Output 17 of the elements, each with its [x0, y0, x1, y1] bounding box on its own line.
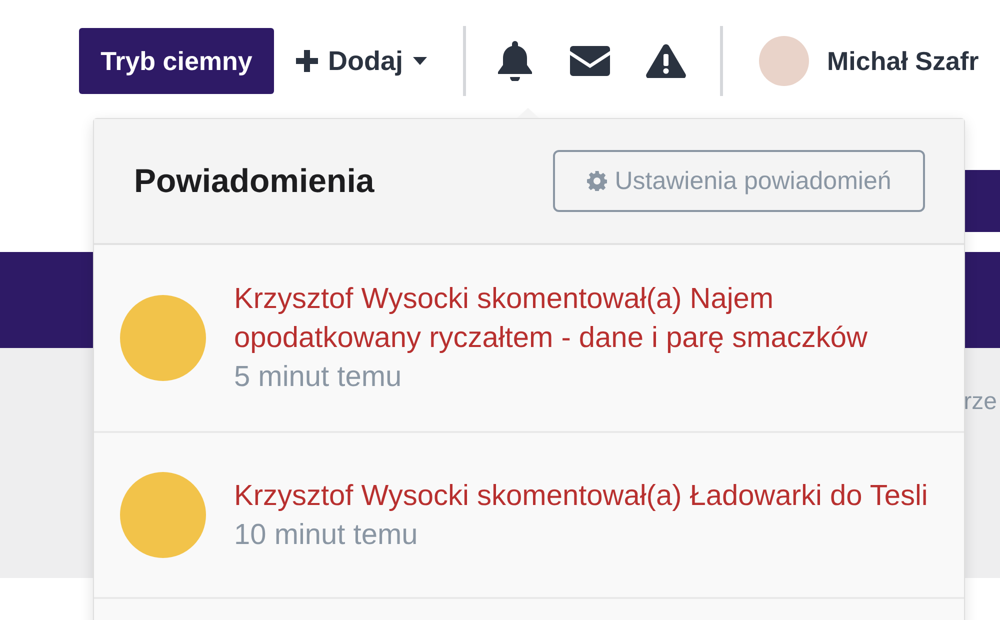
notification-text: Krzysztof Wysocki skomentował(a) Najem opodatkowany ryczałtem - dane i parę smaczków: [234, 282, 868, 356]
gear-icon: [586, 171, 607, 191]
notification-item[interactable]: Krzysztof Wysocki skomentował(a) Najem opodatkowany ryczałtem - dane i parę smaczków 5 minut temu: [94, 245, 964, 433]
notification-time: 5 minut temu: [234, 360, 402, 395]
notification-text: Krzysztof Wysocki skomentował(a) Ładowarki do Tesli: [234, 478, 928, 514]
user-name[interactable]: Michał Szafr: [827, 46, 979, 76]
dark-mode-button[interactable]: Tryb ciemny: [79, 28, 274, 94]
notification-item[interactable]: Krzysztof Wysocki skomentował(a) Ładowarki do Tesli 10 minut temu: [94, 433, 964, 599]
caret-icon: [413, 57, 428, 65]
add-menu-button[interactable]: Dodaj: [296, 46, 428, 76]
panel-title: Powiadomienia: [134, 162, 374, 200]
plus-icon: [296, 50, 318, 72]
bell-icon[interactable]: [496, 41, 534, 81]
background-text: rze: [964, 388, 997, 416]
notification-time: 10 minut temu: [234, 518, 418, 552]
warning-icon[interactable]: [646, 44, 686, 78]
envelope-icon[interactable]: [570, 46, 610, 76]
